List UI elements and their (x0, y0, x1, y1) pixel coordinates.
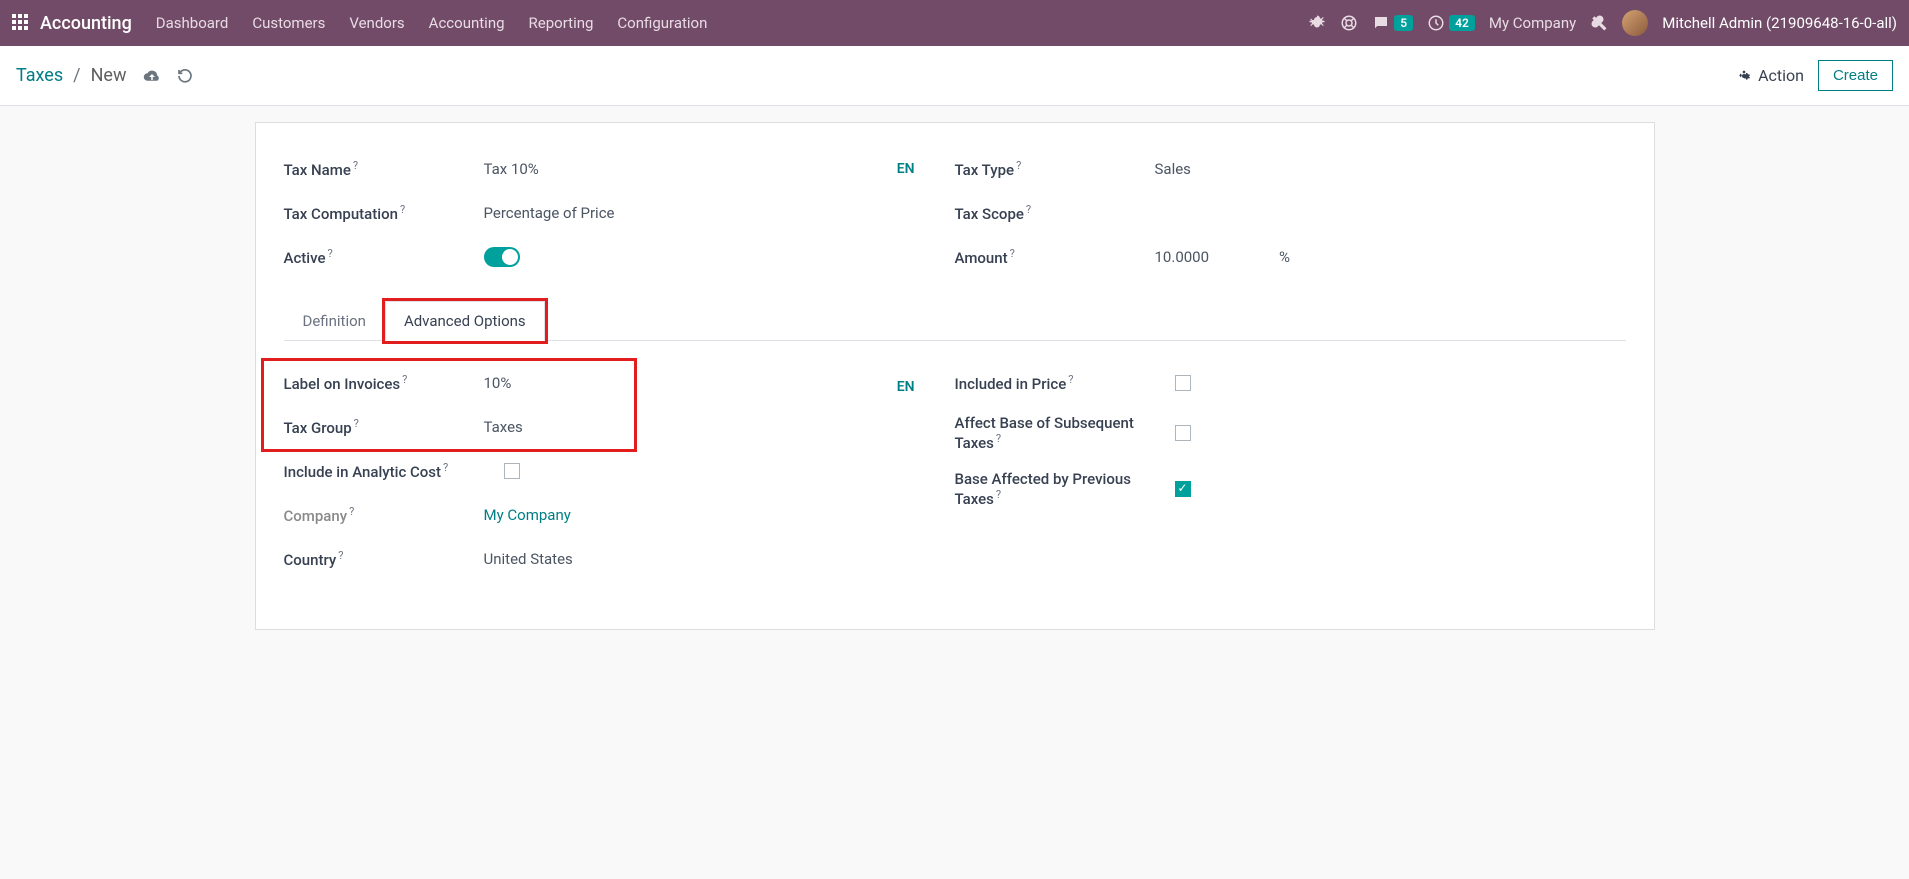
amount-input[interactable]: 10.0000 (1155, 248, 1210, 266)
tabs: Definition Advanced Options (284, 301, 1626, 341)
menu-configuration[interactable]: Configuration (617, 14, 707, 32)
field-tax-name: Tax Name? Tax 10% EN (284, 147, 955, 191)
adv-col-left: Label on Invoices? 10% Tax Group? Taxes … (284, 361, 955, 581)
tax-group-select[interactable]: Taxes (484, 418, 523, 436)
base-affected-label: Base Affected by Previous Taxes? (955, 470, 1175, 508)
sheet-wrap: Tax Name? Tax 10% EN Tax Computation? Pe… (0, 106, 1909, 646)
app-brand[interactable]: Accounting (40, 13, 132, 34)
label-invoices-input[interactable]: 10% (484, 374, 512, 392)
breadcrumb-current: New (91, 65, 127, 86)
label-invoices-label: Label on Invoices? (284, 373, 484, 393)
include-analytic-label: Include in Analytic Cost? (284, 461, 504, 481)
menu-customers[interactable]: Customers (252, 14, 325, 32)
topbar: Accounting Dashboard Customers Vendors A… (0, 0, 1909, 46)
country-label: Country? (284, 549, 484, 569)
amount-label: Amount? (955, 247, 1155, 267)
cloud-save-icon[interactable] (143, 68, 161, 83)
discard-icon[interactable] (177, 68, 193, 84)
active-toggle[interactable] (484, 247, 520, 267)
menu-vendors[interactable]: Vendors (349, 14, 404, 32)
breadcrumb: Taxes / New (16, 65, 193, 86)
company-switcher[interactable]: My Company (1489, 14, 1576, 32)
breadcrumb-root[interactable]: Taxes (16, 65, 63, 86)
included-price-label: Included in Price? (955, 373, 1175, 393)
field-base-affected: Base Affected by Previous Taxes? (955, 461, 1626, 517)
base-affected-checkbox[interactable] (1175, 481, 1191, 497)
field-tax-computation: Tax Computation? Percentage of Price (284, 191, 955, 235)
tab-definition[interactable]: Definition (284, 301, 385, 341)
control-right: Action Create (1736, 60, 1893, 91)
field-affect-base: Affect Base of Subsequent Taxes? (955, 405, 1626, 461)
activities-count: 42 (1449, 15, 1475, 31)
avatar[interactable] (1622, 10, 1648, 36)
menu-reporting[interactable]: Reporting (529, 14, 594, 32)
messages-button[interactable]: 5 (1372, 14, 1413, 32)
topbar-right: 5 42 My Company Mitchell Admin (21909648… (1308, 10, 1897, 36)
create-button[interactable]: Create (1818, 60, 1893, 91)
form-col-left: Tax Name? Tax 10% EN Tax Computation? Pe… (284, 147, 955, 279)
tax-computation-select[interactable]: Percentage of Price (484, 204, 615, 222)
support-icon[interactable] (1340, 14, 1358, 32)
include-analytic-checkbox[interactable] (504, 463, 520, 479)
company-label: Company? (284, 505, 484, 525)
messages-count: 5 (1394, 15, 1413, 31)
user-name[interactable]: Mitchell Admin (21909648-16-0-all) (1662, 14, 1897, 32)
included-price-checkbox[interactable] (1175, 375, 1191, 391)
tax-name-label: Tax Name? (284, 159, 484, 179)
activities-button[interactable]: 42 (1427, 14, 1475, 32)
action-label: Action (1758, 66, 1804, 85)
menu-accounting[interactable]: Accounting (429, 14, 505, 32)
field-country: Country? United States (284, 537, 955, 581)
field-include-analytic: Include in Analytic Cost? (284, 449, 955, 493)
field-included-price: Included in Price? (955, 361, 1626, 405)
amount-unit: % (1279, 248, 1290, 266)
apps-icon[interactable] (12, 14, 30, 32)
field-amount: Amount? 10.0000 % (955, 235, 1626, 279)
tax-type-label: Tax Type? (955, 159, 1155, 179)
action-dropdown[interactable]: Action (1736, 66, 1804, 85)
tax-computation-label: Tax Computation? (284, 203, 484, 223)
company-value[interactable]: My Company (484, 506, 571, 524)
affect-base-label: Affect Base of Subsequent Taxes? (955, 414, 1175, 452)
form-top: Tax Name? Tax 10% EN Tax Computation? Pe… (284, 147, 1626, 279)
tools-icon[interactable] (1590, 14, 1608, 32)
tab-advanced-options[interactable]: Advanced Options (385, 301, 545, 341)
bug-icon[interactable] (1308, 14, 1326, 32)
affect-base-checkbox[interactable] (1175, 425, 1191, 441)
tax-name-input[interactable]: Tax 10% (484, 160, 539, 178)
country-select[interactable]: United States (484, 550, 573, 568)
control-bar: Taxes / New Action Create (0, 46, 1909, 106)
field-company: Company? My Company (284, 493, 955, 537)
form-sheet: Tax Name? Tax 10% EN Tax Computation? Pe… (255, 122, 1655, 630)
field-tax-type: Tax Type? Sales (955, 147, 1626, 191)
breadcrumb-sep: / (73, 65, 80, 86)
tax-group-label: Tax Group? (284, 417, 484, 437)
tab-content-advanced: Label on Invoices? 10% Tax Group? Taxes … (284, 341, 1626, 581)
menu-dashboard[interactable]: Dashboard (156, 14, 229, 32)
lang-button[interactable]: EN (897, 161, 915, 177)
field-active: Active? (284, 235, 955, 279)
active-label: Active? (284, 247, 484, 267)
field-tax-scope: Tax Scope? (955, 191, 1626, 235)
main-menu: Dashboard Customers Vendors Accounting R… (156, 14, 708, 32)
tax-type-select[interactable]: Sales (1155, 160, 1191, 178)
adv-col-right: Included in Price? Affect Base of Subseq… (955, 361, 1626, 581)
form-col-right: Tax Type? Sales Tax Scope? Amount? 10.00… (955, 147, 1626, 279)
tax-scope-label: Tax Scope? (955, 203, 1155, 223)
